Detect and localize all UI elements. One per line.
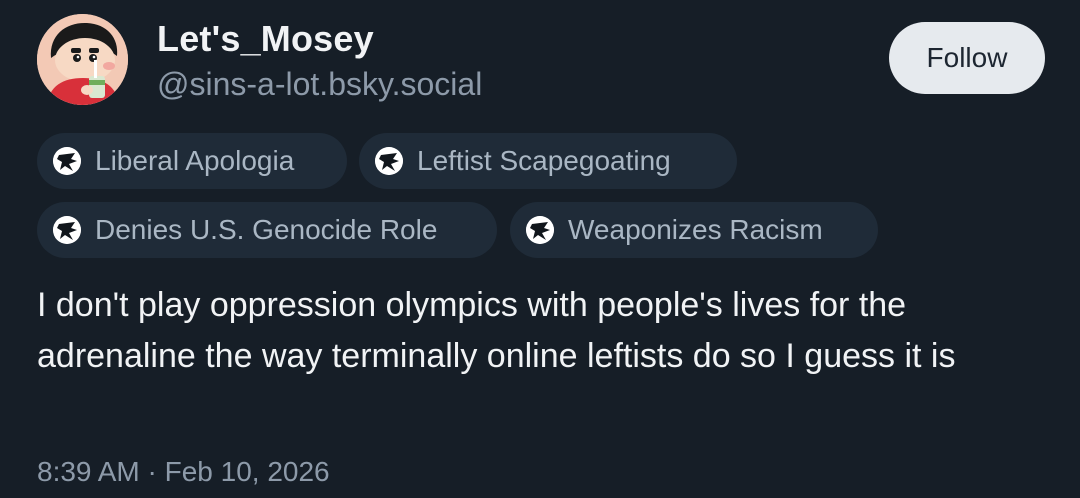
moderation-label-icon <box>53 216 81 244</box>
cartoon-boy-avatar-icon[interactable] <box>37 14 128 105</box>
post-card: Let's_Mosey @sins-a-lot.bsky.social Foll… <box>0 0 1080 498</box>
follow-button[interactable]: Follow <box>889 22 1045 94</box>
moderation-label-text: Weaponizes Racism <box>568 214 823 245</box>
moderation-label-icon <box>375 147 403 175</box>
post-timestamp[interactable]: 8:39 AM · Feb 10, 2026 <box>37 456 330 488</box>
moderation-label-weaponizes-racism[interactable]: Weaponizes Racism <box>510 202 878 258</box>
moderation-label-text: Denies U.S. Genocide Role <box>95 214 438 245</box>
moderation-label-denies-us-genocide-role[interactable]: Denies U.S. Genocide Role <box>37 202 497 258</box>
moderation-label-leftist-scapegoating[interactable]: Leftist Scapegoating <box>359 133 737 189</box>
author-handle[interactable]: @sins-a-lot.bsky.social <box>157 66 482 103</box>
post-text: I don't play oppression olympics with pe… <box>37 286 956 375</box>
moderation-label-liberal-apologia[interactable]: Liberal Apologia <box>37 133 347 189</box>
author-display-name[interactable]: Let's_Mosey <box>157 18 374 60</box>
moderation-label-text: Liberal Apologia <box>95 145 295 176</box>
moderation-label-icon <box>53 147 81 175</box>
moderation-label-text: Leftist Scapegoating <box>417 145 671 176</box>
moderation-label-icon <box>526 216 554 244</box>
